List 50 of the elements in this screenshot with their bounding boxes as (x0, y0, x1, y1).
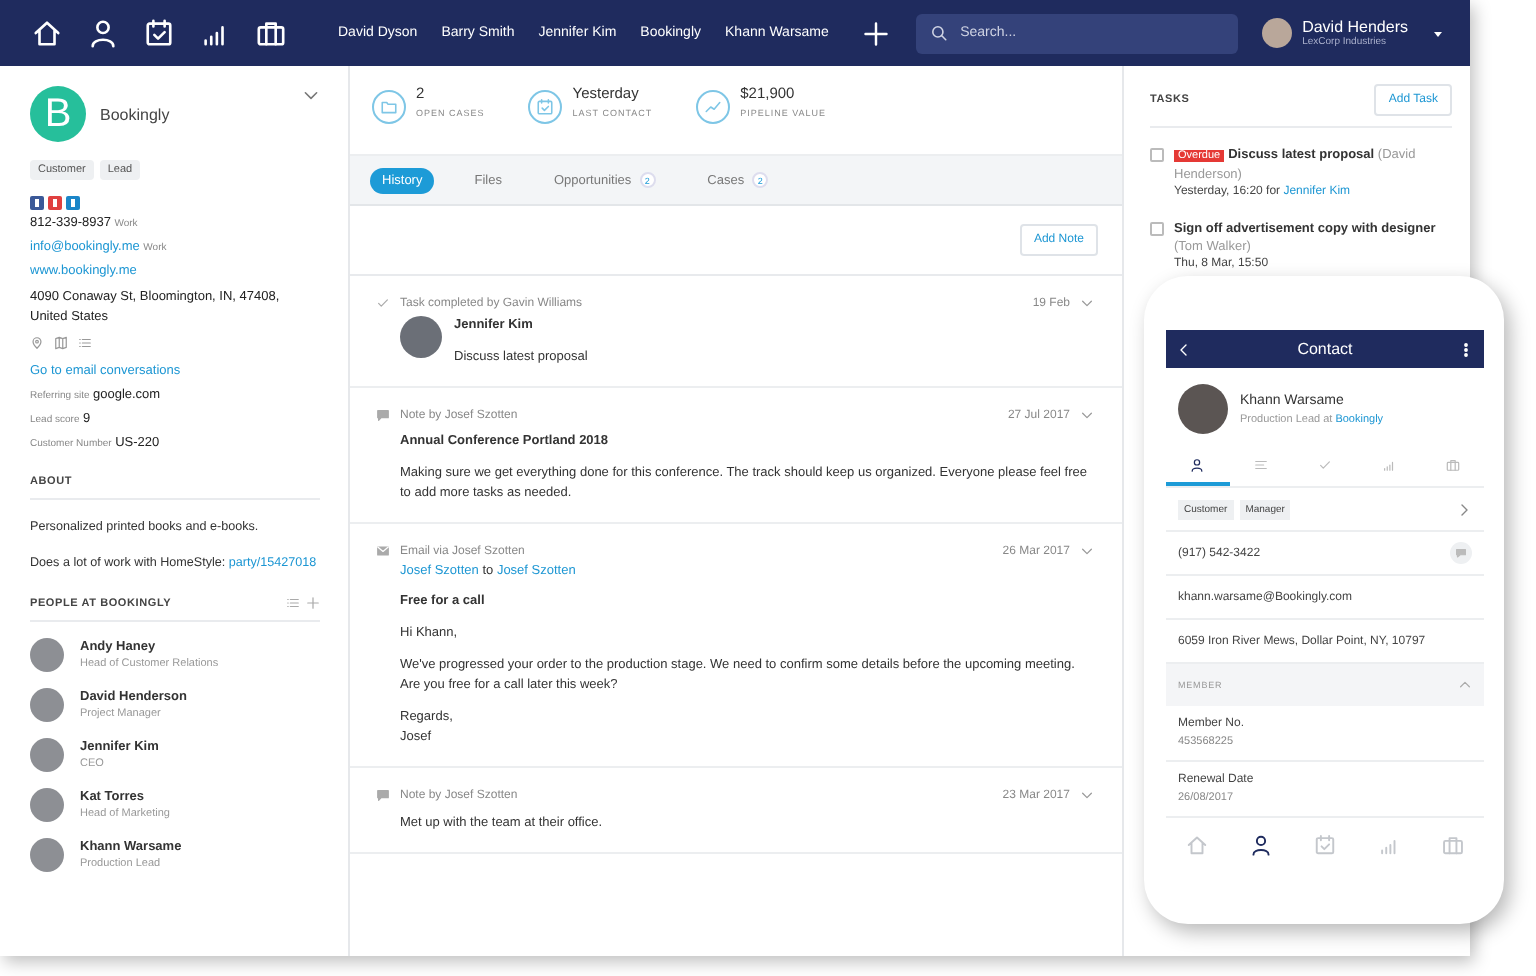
person-avatar (30, 638, 64, 672)
chevron-down-icon[interactable] (1080, 408, 1094, 422)
list-options-icon[interactable] (286, 596, 300, 610)
person-icon (1190, 458, 1205, 472)
person-icon[interactable] (88, 18, 118, 48)
speech-bubble-icon (376, 408, 390, 422)
chevron-down-icon[interactable] (1080, 296, 1094, 310)
check-icon (1317, 458, 1332, 472)
person-avatar (30, 738, 64, 772)
company-name: Bookingly (100, 105, 170, 123)
list-icon (1254, 458, 1269, 472)
company-logo: B (30, 86, 86, 142)
bar-chart-icon (1381, 458, 1396, 472)
chevron-up-icon[interactable] (1458, 678, 1472, 692)
bar-chart-icon (1377, 834, 1400, 856)
person-avatar (30, 788, 64, 822)
pin-icon[interactable] (30, 336, 44, 350)
calendar-icon[interactable] (144, 18, 174, 48)
calendar-icon (536, 98, 555, 116)
list-options-icon[interactable] (78, 336, 92, 350)
chevron-left-icon[interactable] (1176, 341, 1192, 357)
person-icon (1250, 834, 1273, 856)
calendar-icon (1313, 834, 1336, 856)
nav-item[interactable] (1250, 834, 1273, 856)
contact-avatar (1178, 384, 1228, 434)
chevron-right-icon[interactable] (1456, 501, 1472, 517)
checkbox[interactable] (1150, 148, 1164, 162)
briefcase-icon[interactable] (256, 18, 286, 48)
map-icon[interactable] (54, 336, 68, 350)
check-icon (376, 296, 390, 310)
user-avatar[interactable] (1262, 18, 1293, 48)
person-avatar (400, 316, 442, 358)
user-name[interactable]: David Henders (1302, 18, 1408, 36)
chat-icon (1454, 546, 1468, 560)
briefcase-icon (1445, 458, 1460, 472)
screen-title: Contact (1297, 340, 1353, 358)
person-avatar (30, 688, 64, 722)
home-icon (1186, 834, 1209, 856)
chevron-down-icon[interactable] (1080, 788, 1094, 802)
folder-icon (380, 98, 398, 116)
chevron-down-icon[interactable] (1080, 544, 1094, 558)
chevron-down-icon[interactable] (302, 86, 320, 104)
speech-bubble-icon (376, 788, 390, 802)
chat-button[interactable] (1450, 542, 1472, 564)
briefcase-icon (1441, 834, 1464, 856)
trend-icon (704, 98, 723, 116)
home-icon[interactable] (32, 18, 62, 48)
person-avatar (30, 838, 64, 872)
checkbox[interactable] (1150, 222, 1164, 236)
envelope-icon (376, 544, 390, 558)
